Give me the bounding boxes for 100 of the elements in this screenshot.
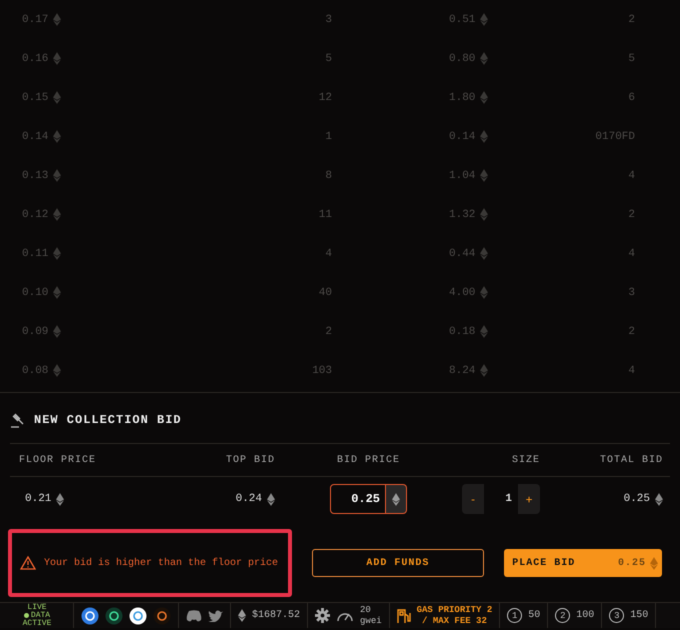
eth-price-text: $1687.52 (252, 610, 300, 621)
ethereum-icon (480, 52, 488, 65)
add-funds-button[interactable]: ADD FUNDS (312, 549, 484, 577)
column-header: TOTAL BID (600, 454, 663, 466)
preset-number[interactable]: 1 (507, 608, 522, 623)
app-icon[interactable] (105, 606, 123, 624)
section-title: NEW COLLECTION BID (34, 413, 182, 427)
row-value-text: 3 (628, 286, 635, 298)
gavel-icon (10, 412, 26, 428)
total-text: 4.00 (449, 286, 476, 298)
total-text: 0.80 (449, 52, 476, 64)
ethereum-icon (53, 130, 62, 143)
gas-priority-text[interactable]: GAS PRIORITY 2 / MAX FEE 32 (416, 604, 492, 626)
count-text: 4 (325, 248, 332, 260)
app-icon[interactable] (153, 606, 171, 624)
preset-value[interactable]: 100 (576, 610, 594, 621)
ethereum-icon (53, 364, 62, 377)
fuel-pump-icon (396, 608, 411, 624)
ethereum-icon (480, 247, 488, 260)
top-bid-text: 0.24 (236, 493, 262, 505)
ethereum-icon (480, 169, 488, 182)
total-text: 0.14 (449, 130, 476, 142)
ethereum-icon (238, 609, 246, 622)
total-bid-text: 0.25 (624, 493, 650, 505)
size-value: 1 (484, 484, 518, 514)
price-text: 0.10 (22, 286, 48, 298)
total-text: 1.32 (449, 208, 476, 220)
price-text: 0.16 (22, 52, 48, 64)
column-header: SIZE (512, 454, 540, 466)
count-text: 1 (325, 130, 332, 142)
count-text: 11 (318, 208, 332, 220)
ethereum-icon (480, 13, 488, 26)
settings-icon[interactable] (315, 608, 330, 623)
warning-text: Your bid is higher than the floor price (44, 558, 278, 568)
count-text: 103 (312, 364, 332, 376)
ethereum-icon (480, 130, 488, 143)
total-text: 0.18 (449, 326, 476, 338)
size-stepper[interactable]: - 1 + (462, 484, 540, 514)
count-text: 40 (318, 286, 332, 298)
column-header: TOP BID (226, 454, 275, 466)
decrement-button[interactable]: - (462, 484, 484, 514)
price-text: 0.08 (22, 364, 48, 376)
place-bid-button[interactable]: PLACE BID 0.25 (504, 549, 662, 577)
price-text: 0.09 (22, 326, 48, 338)
price-text: 0.14 (22, 130, 48, 142)
row-value-text: 4 (628, 170, 635, 182)
row-value-text: 5 (628, 52, 635, 64)
ethereum-icon (53, 13, 62, 26)
ethereum-icon (56, 492, 64, 506)
ethereum-icon (480, 208, 488, 221)
column-header: FLOOR PRICE (19, 454, 98, 466)
price-text: 0.17 (22, 14, 48, 26)
ethereum-icon (480, 91, 488, 104)
row-value-text: 6 (628, 92, 635, 104)
discord-icon[interactable] (186, 610, 202, 622)
total-text: 0.44 (449, 248, 476, 260)
total-text: 1.04 (449, 170, 476, 182)
price-text: 0.15 (22, 92, 48, 104)
ethereum-icon (53, 286, 62, 299)
floor-price-text: 0.21 (25, 493, 52, 505)
price-text: 0.11 (22, 248, 48, 260)
bid-price-field[interactable]: 0.25 (330, 484, 386, 514)
ethereum-icon (53, 169, 62, 182)
warning-icon (20, 556, 36, 570)
row-value-text: 2 (628, 326, 635, 338)
ethereum-icon (655, 492, 663, 506)
ethereum-icon (267, 492, 275, 506)
ethereum-icon (53, 247, 62, 260)
ethereum-icon (480, 286, 488, 299)
row-value-text: 2 (628, 14, 635, 26)
count-text: 5 (325, 52, 332, 64)
price-text: 0.12 (22, 208, 48, 220)
preset-number[interactable]: 2 (555, 608, 570, 623)
twitter-icon[interactable] (208, 610, 223, 622)
preset-value[interactable]: 50 (528, 610, 540, 621)
count-text: 8 (325, 170, 332, 182)
ethereum-icon (650, 556, 658, 570)
increment-button[interactable]: + (518, 484, 540, 514)
ethereum-icon (53, 208, 62, 221)
preset-number[interactable]: 3 (609, 608, 624, 623)
column-header: BID PRICE (336, 454, 400, 466)
preset-value[interactable]: 150 (630, 610, 648, 621)
ethereum-icon (480, 325, 488, 338)
ethereum-icon (53, 52, 62, 65)
count-text: 3 (325, 14, 332, 26)
row-value-text: 2 (628, 208, 635, 220)
app-icon[interactable] (129, 606, 147, 624)
count-text: 12 (318, 92, 332, 104)
total-text: 8.24 (449, 364, 476, 376)
ethereum-icon (480, 364, 488, 377)
gas-price-text: 20 gwei (360, 604, 382, 626)
ethereum-icon (53, 325, 62, 338)
count-text: 2 (325, 326, 332, 338)
app-icon[interactable] (81, 606, 99, 624)
row-value-text: 0170FD (595, 130, 635, 142)
ethereum-icon (53, 91, 62, 104)
row-value-text: 4 (628, 248, 635, 260)
row-value-text: 4 (628, 364, 635, 376)
price-text: 0.13 (22, 170, 48, 182)
live-data-indicator: LIVE DATA ACTIVE (0, 603, 74, 628)
